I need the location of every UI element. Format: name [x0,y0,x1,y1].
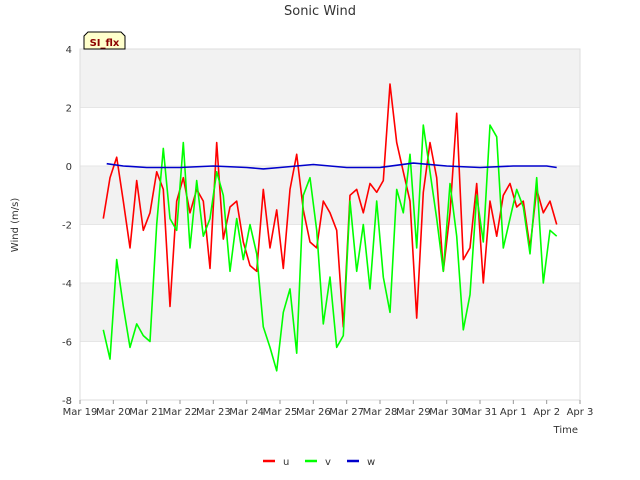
x-tick-label: Mar 30 [429,407,464,418]
y-tick-label: 2 [66,104,72,115]
plot-band [80,107,580,166]
plot-band [80,166,580,225]
legend-label-u: u [283,457,289,468]
x-tick-label: Apr 1 [500,407,527,418]
legend-label-v: v [325,457,331,468]
station-badge: SI_flx [83,31,126,50]
x-tick-label: Mar 28 [363,407,398,418]
y-tick-label: -6 [62,338,72,349]
y-axis: -8 -6 -4 -2 0 2 4 [62,45,72,407]
x-tick-label: Mar 27 [329,407,364,418]
y-tick-label: -2 [62,221,72,232]
y-tick-label: -8 [62,396,72,407]
x-tick-label: Mar 25 [263,407,298,418]
chart: Sonic Wind -8-6-4-2024 Mar 19Mar 20Mar 2… [10,4,594,468]
x-tick-label: Mar 22 [163,407,198,418]
x-axis-label: Time [553,425,578,436]
x-tick-label: Mar 26 [296,407,331,418]
x-tick-label: Mar 31 [463,407,498,418]
badge-label: SI_flx [90,38,120,49]
y-tick-label: 4 [66,45,72,56]
x-tick-label: Mar 23 [196,407,231,418]
legend: u v w [263,457,375,468]
plot-band [80,341,580,400]
legend-label-w: w [367,457,375,468]
x-tick-label: Mar 24 [229,407,264,418]
x-axis: Mar 19Mar 20Mar 21Mar 22Mar 23Mar 24Mar … [63,400,594,418]
x-tick-label: Apr 2 [533,407,560,418]
x-tick-label: Mar 21 [129,407,164,418]
chart-title: Sonic Wind [284,4,356,19]
x-tick-label: Apr 3 [567,407,594,418]
y-axis-label: Wind (m/s) [10,198,21,253]
plot-band [80,49,580,108]
plot-band [80,283,580,342]
x-tick-label: Mar 20 [96,407,131,418]
x-tick-label: Mar 19 [63,407,98,418]
y-tick-label: -4 [62,279,72,290]
x-tick-label: Mar 29 [396,407,431,418]
y-tick-label: 0 [66,162,72,173]
